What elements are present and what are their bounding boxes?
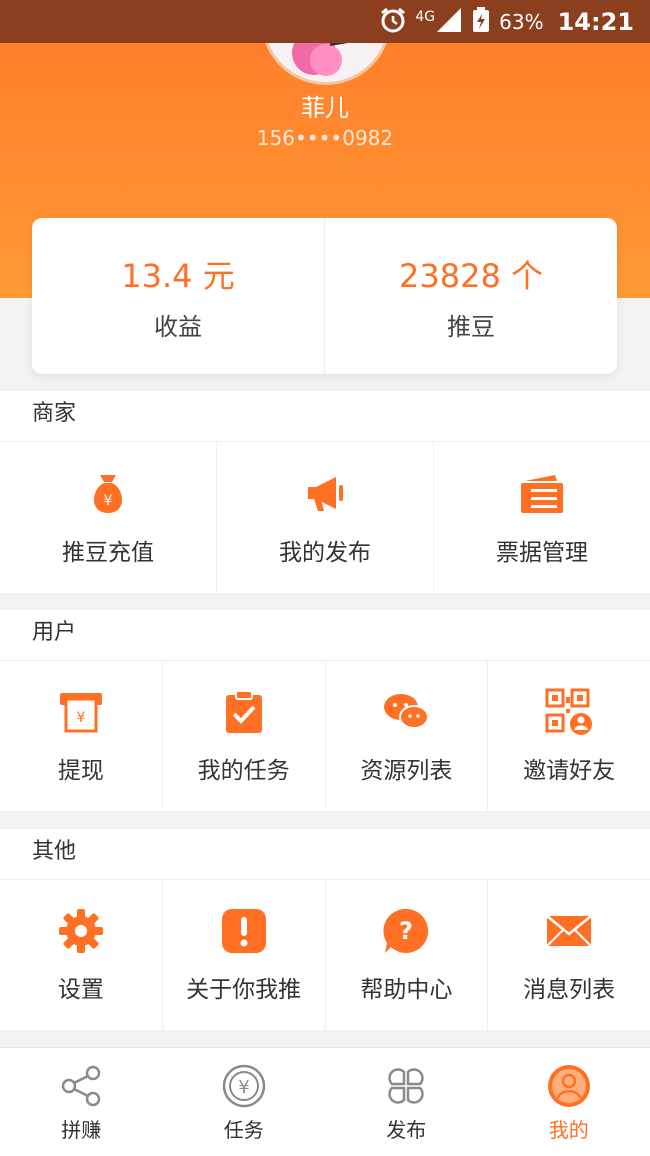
signal-icon <box>435 6 463 38</box>
withdraw-item[interactable]: ¥ 提现 <box>0 661 162 811</box>
merchant-section-title: 商家 <box>0 391 650 442</box>
tab-label: 拼赚 <box>61 1114 101 1143</box>
cell-label: 票据管理 <box>496 533 588 567</box>
exclamation-icon <box>219 906 269 956</box>
beans-value: 23828 个 <box>399 251 543 297</box>
svg-text:¥: ¥ <box>76 710 85 726</box>
clipboard-check-icon <box>219 687 269 737</box>
cell-label: 消息列表 <box>523 970 615 1004</box>
invite-friends-item[interactable]: 邀请好友 <box>487 661 650 811</box>
wechat-icon <box>381 687 431 737</box>
tab-tasks[interactable]: ¥ 任务 <box>163 1048 326 1156</box>
money-bag-icon: ¥ <box>83 469 133 519</box>
status-bar: 4G 63% 14:21 <box>0 0 650 43</box>
user-section-title: 用户 <box>0 610 650 661</box>
share-icon <box>57 1062 105 1110</box>
beans-stat[interactable]: 23828 个 推豆 <box>324 218 617 374</box>
username: 菲儿 <box>0 88 650 123</box>
cell-label: 我的任务 <box>198 751 290 785</box>
user-section: 用户 ¥ 提现 我的任务 资源列表 <box>0 610 650 811</box>
settings-item[interactable]: 设置 <box>0 880 162 1030</box>
cell-label: 提现 <box>58 751 104 785</box>
svg-text:¥: ¥ <box>238 1077 249 1098</box>
my-posts-item[interactable]: 我的发布 <box>216 442 433 593</box>
cell-label: 关于你我推 <box>186 970 301 1004</box>
income-stat[interactable]: 13.4 元 收益 <box>32 218 324 374</box>
cell-label: 资源列表 <box>360 751 452 785</box>
tab-label: 我的 <box>549 1114 589 1143</box>
cell-label: 推豆充值 <box>62 533 154 567</box>
cell-label: 邀请好友 <box>523 751 615 785</box>
income-value: 13.4 元 <box>121 251 234 297</box>
withdraw-icon: ¥ <box>56 687 106 737</box>
megaphone-icon <box>300 469 350 519</box>
help-center-item[interactable]: ? 帮助中心 <box>325 880 488 1030</box>
svg-text:¥: ¥ <box>104 493 113 509</box>
bottom-tab-bar: 拼赚 ¥ 任务 发布 我的 <box>0 1047 650 1156</box>
alarm-icon <box>379 6 407 38</box>
resource-list-item[interactable]: 资源列表 <box>325 661 488 811</box>
income-label: 收益 <box>154 307 202 342</box>
qr-code-icon <box>544 687 594 737</box>
yuan-coin-icon: ¥ <box>220 1062 268 1110</box>
user-icon <box>545 1062 593 1110</box>
svg-text:?: ? <box>399 917 413 945</box>
petals-icon <box>382 1062 430 1110</box>
phone-number: 156••••0982 <box>0 126 650 150</box>
envelope-icon <box>544 906 594 956</box>
clock: 14:21 <box>558 8 634 36</box>
network-type: 4G <box>415 9 435 25</box>
tab-label: 发布 <box>386 1114 426 1143</box>
beans-label: 推豆 <box>447 307 495 342</box>
battery-level: 63% <box>499 10 543 34</box>
stats-card: 13.4 元 收益 23828 个 推豆 <box>32 218 617 374</box>
cell-label: 帮助中心 <box>360 970 452 1004</box>
cell-label: 设置 <box>58 970 104 1004</box>
invoice-management-item[interactable]: 票据管理 <box>433 442 650 593</box>
tab-publish[interactable]: 发布 <box>325 1048 488 1156</box>
my-tasks-item[interactable]: 我的任务 <box>162 661 325 811</box>
merchant-section: 商家 ¥ 推豆充值 我的发布 <box>0 391 650 593</box>
tab-label: 任务 <box>224 1114 264 1143</box>
tab-mine[interactable]: 我的 <box>488 1048 650 1156</box>
battery-icon <box>471 6 491 38</box>
invoice-icon <box>517 469 567 519</box>
recharge-beans-item[interactable]: ¥ 推豆充值 <box>0 442 216 593</box>
message-list-item[interactable]: 消息列表 <box>487 880 650 1030</box>
about-item[interactable]: 关于你我推 <box>162 880 325 1030</box>
other-section-title: 其他 <box>0 829 650 880</box>
tab-pinzhuan[interactable]: 拼赚 <box>0 1048 163 1156</box>
other-section: 其他 设置 关于你我推 <box>0 829 650 1030</box>
gear-icon <box>56 906 106 956</box>
question-icon: ? <box>381 906 431 956</box>
cell-label: 我的发布 <box>279 533 371 567</box>
